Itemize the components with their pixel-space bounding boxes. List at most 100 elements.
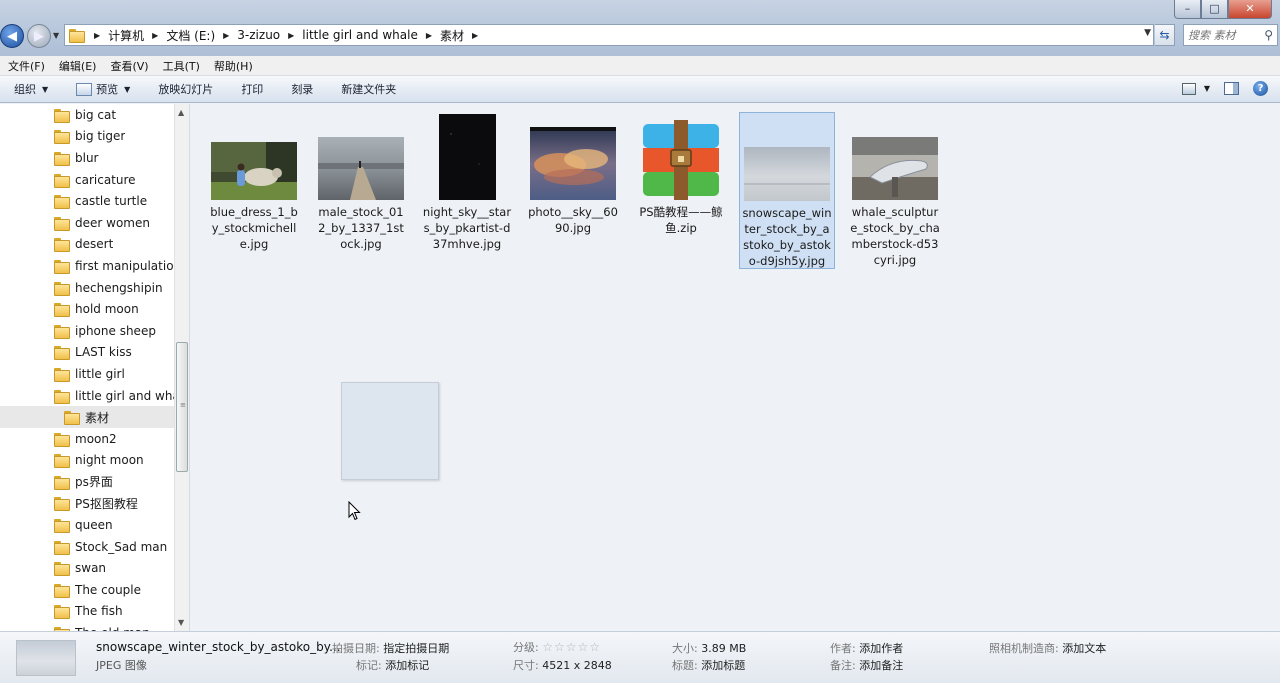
arrow-left-icon: ◀ [7,28,17,44]
preview-button[interactable]: 预览 ▼ [76,81,130,97]
tree-item[interactable]: PS抠图教程 [0,493,174,515]
view-icon [1181,82,1196,95]
breadcrumb-drive-e[interactable]: 文档 (E:) [162,25,219,45]
title-field[interactable]: 标题: 添加标题 [672,657,745,673]
tree-item[interactable]: little girl [0,363,174,385]
tags-field[interactable]: 标记: 添加标记 [356,657,429,673]
file-item-blue-dress[interactable]: blue_dress_1_by_stockmichelle.jpg [206,112,302,252]
author-value[interactable]: 添加作者 [859,642,903,655]
tree-item[interactable]: The old man [0,622,174,631]
tree-item[interactable]: swan [0,557,174,579]
file-item-male-stock[interactable]: male_stock_012_by_1337_1stock.jpg [313,112,409,252]
search-input[interactable] [1188,28,1258,42]
comments-value[interactable]: 添加备注 [859,659,903,672]
print-button[interactable]: 打印 [241,81,263,97]
tree-item[interactable]: deer women [0,212,174,234]
file-item-snowscape[interactable]: snowscape_winter_stock_by_astoko_by_asto… [739,112,835,269]
caret-down-icon: ▼ [124,84,131,94]
search-icon[interactable]: ⚲ [1264,28,1273,42]
chevron-right-icon[interactable]: ▶ [219,31,233,40]
help-icon[interactable]: ? [1253,81,1268,96]
tree-item[interactable]: 素材 [0,406,174,428]
camera-maker-field[interactable]: 照相机制造商: 添加文本 [989,640,1106,656]
search-box[interactable]: ⚲ [1183,24,1278,46]
rating-stars[interactable]: ☆☆☆☆☆ [542,640,601,654]
breadcrumb-computer[interactable]: 计算机 [104,25,148,45]
chevron-right-icon[interactable]: ▶ [90,31,104,40]
file-item-photo-sky[interactable]: photo__sky__6090.jpg [525,112,621,236]
tree-item[interactable]: iphone sheep [0,320,174,342]
comments-field[interactable]: 备注: 添加备注 [830,657,903,673]
tree-item[interactable]: The couple [0,579,174,601]
nav-scrollbar[interactable]: ▲ ≡ ▼ [174,104,189,631]
tree-item[interactable]: night moon [0,450,174,472]
scroll-up-icon[interactable]: ▲ [178,108,184,117]
file-list: blue_dress_1_by_stockmichelle.jpg male_s… [191,104,1280,631]
tree-item[interactable]: queen [0,514,174,536]
menu-file[interactable]: 文件(F) [8,58,45,74]
date-taken-field[interactable]: 拍摄日期: 指定拍摄日期 [332,640,449,656]
tree-item[interactable]: little girl and whale [0,385,174,407]
drag-selection-ghost [341,382,439,480]
tree-item[interactable]: caricature [0,169,174,191]
breadcrumb-sucai[interactable]: 素材 [436,25,468,45]
photo-snowscape [744,147,830,201]
chevron-right-icon[interactable]: ▶ [284,31,298,40]
scroll-down-icon[interactable]: ▼ [178,618,184,627]
burn-button[interactable]: 刻录 [291,81,313,97]
maximize-button[interactable]: □ [1201,0,1228,19]
tree-item-label: first manipulation [75,258,174,273]
tree-item[interactable]: castle turtle [0,190,174,212]
breadcrumb-little-girl-and-whale[interactable]: little girl and whale [298,25,422,45]
new-folder-button[interactable]: 新建文件夹 [341,81,396,97]
menu-help[interactable]: 帮助(H) [214,58,253,74]
menu-edit[interactable]: 编辑(E) [59,58,97,74]
chevron-right-icon[interactable]: ▶ [468,31,482,40]
title-value[interactable]: 添加标题 [701,659,745,672]
file-name: photo__sky__6090.jpg [528,205,618,235]
tree-item[interactable]: big cat [0,104,174,126]
preview-label: 预览 [96,83,119,96]
tree-item[interactable]: first manipulation [0,255,174,277]
menu-view[interactable]: 查看(V) [110,58,148,74]
tree-item[interactable]: hold moon [0,298,174,320]
tree-item[interactable]: The fish [0,601,174,623]
recent-pages-dropdown[interactable]: ▼ [53,31,59,40]
tree-item[interactable]: ps界面 [0,471,174,493]
close-button[interactable]: ✕ [1228,0,1272,19]
refresh-button[interactable]: ⇆ [1155,24,1175,46]
author-field[interactable]: 作者: 添加作者 [830,640,903,656]
slideshow-button[interactable]: 放映幻灯片 [158,81,213,97]
file-item-zip[interactable]: PS酷教程——鲸鱼.zip [633,112,729,236]
forward-button[interactable]: ▶ [27,24,51,48]
folder-icon [54,497,70,512]
chevron-right-icon[interactable]: ▶ [148,31,162,40]
minimize-button[interactable]: – [1174,0,1201,19]
tree-item[interactable]: hechengshipin [0,277,174,299]
address-dropdown-button[interactable]: ▼ [1144,28,1151,38]
organize-button[interactable]: 组织 ▼ [14,81,48,97]
tree-item[interactable]: blur [0,147,174,169]
scrollbar-thumb[interactable]: ≡ [176,342,188,472]
tree-item[interactable]: big tiger [0,126,174,148]
file-item-night-sky[interactable]: night_sky__stars_by_pkartist-d37mhve.jpg [419,112,515,252]
breadcrumb-3-zizuo[interactable]: 3-zizuo [233,25,284,45]
chevron-right-icon[interactable]: ▶ [422,31,436,40]
change-view-button[interactable]: ▼ [1181,82,1210,95]
folder-icon [54,389,70,404]
menu-tools[interactable]: 工具(T) [163,58,200,74]
tags-value[interactable]: 添加标记 [385,659,429,672]
tree-item[interactable]: desert [0,234,174,256]
preview-pane-icon[interactable] [1224,82,1239,95]
back-button[interactable]: ◀ [0,24,24,48]
winrar-archive-icon [643,120,719,200]
date-taken-value[interactable]: 指定拍摄日期 [383,642,449,655]
rating-field[interactable]: 分级: ☆☆☆☆☆ [513,639,601,655]
camera-maker-value[interactable]: 添加文本 [1062,642,1106,655]
address-bar[interactable]: ▶ 计算机 ▶ 文档 (E:) ▶ 3-zizuo ▶ little girl … [64,24,1154,46]
tree-item[interactable]: LAST kiss [0,342,174,364]
tree-item-label: PS抠图教程 [75,496,138,511]
tree-item[interactable]: moon2 [0,428,174,450]
file-item-whale-sculpture[interactable]: whale_sculpture_stock_by_chamberstock-d5… [847,112,943,268]
tree-item[interactable]: Stock_Sad man [0,536,174,558]
